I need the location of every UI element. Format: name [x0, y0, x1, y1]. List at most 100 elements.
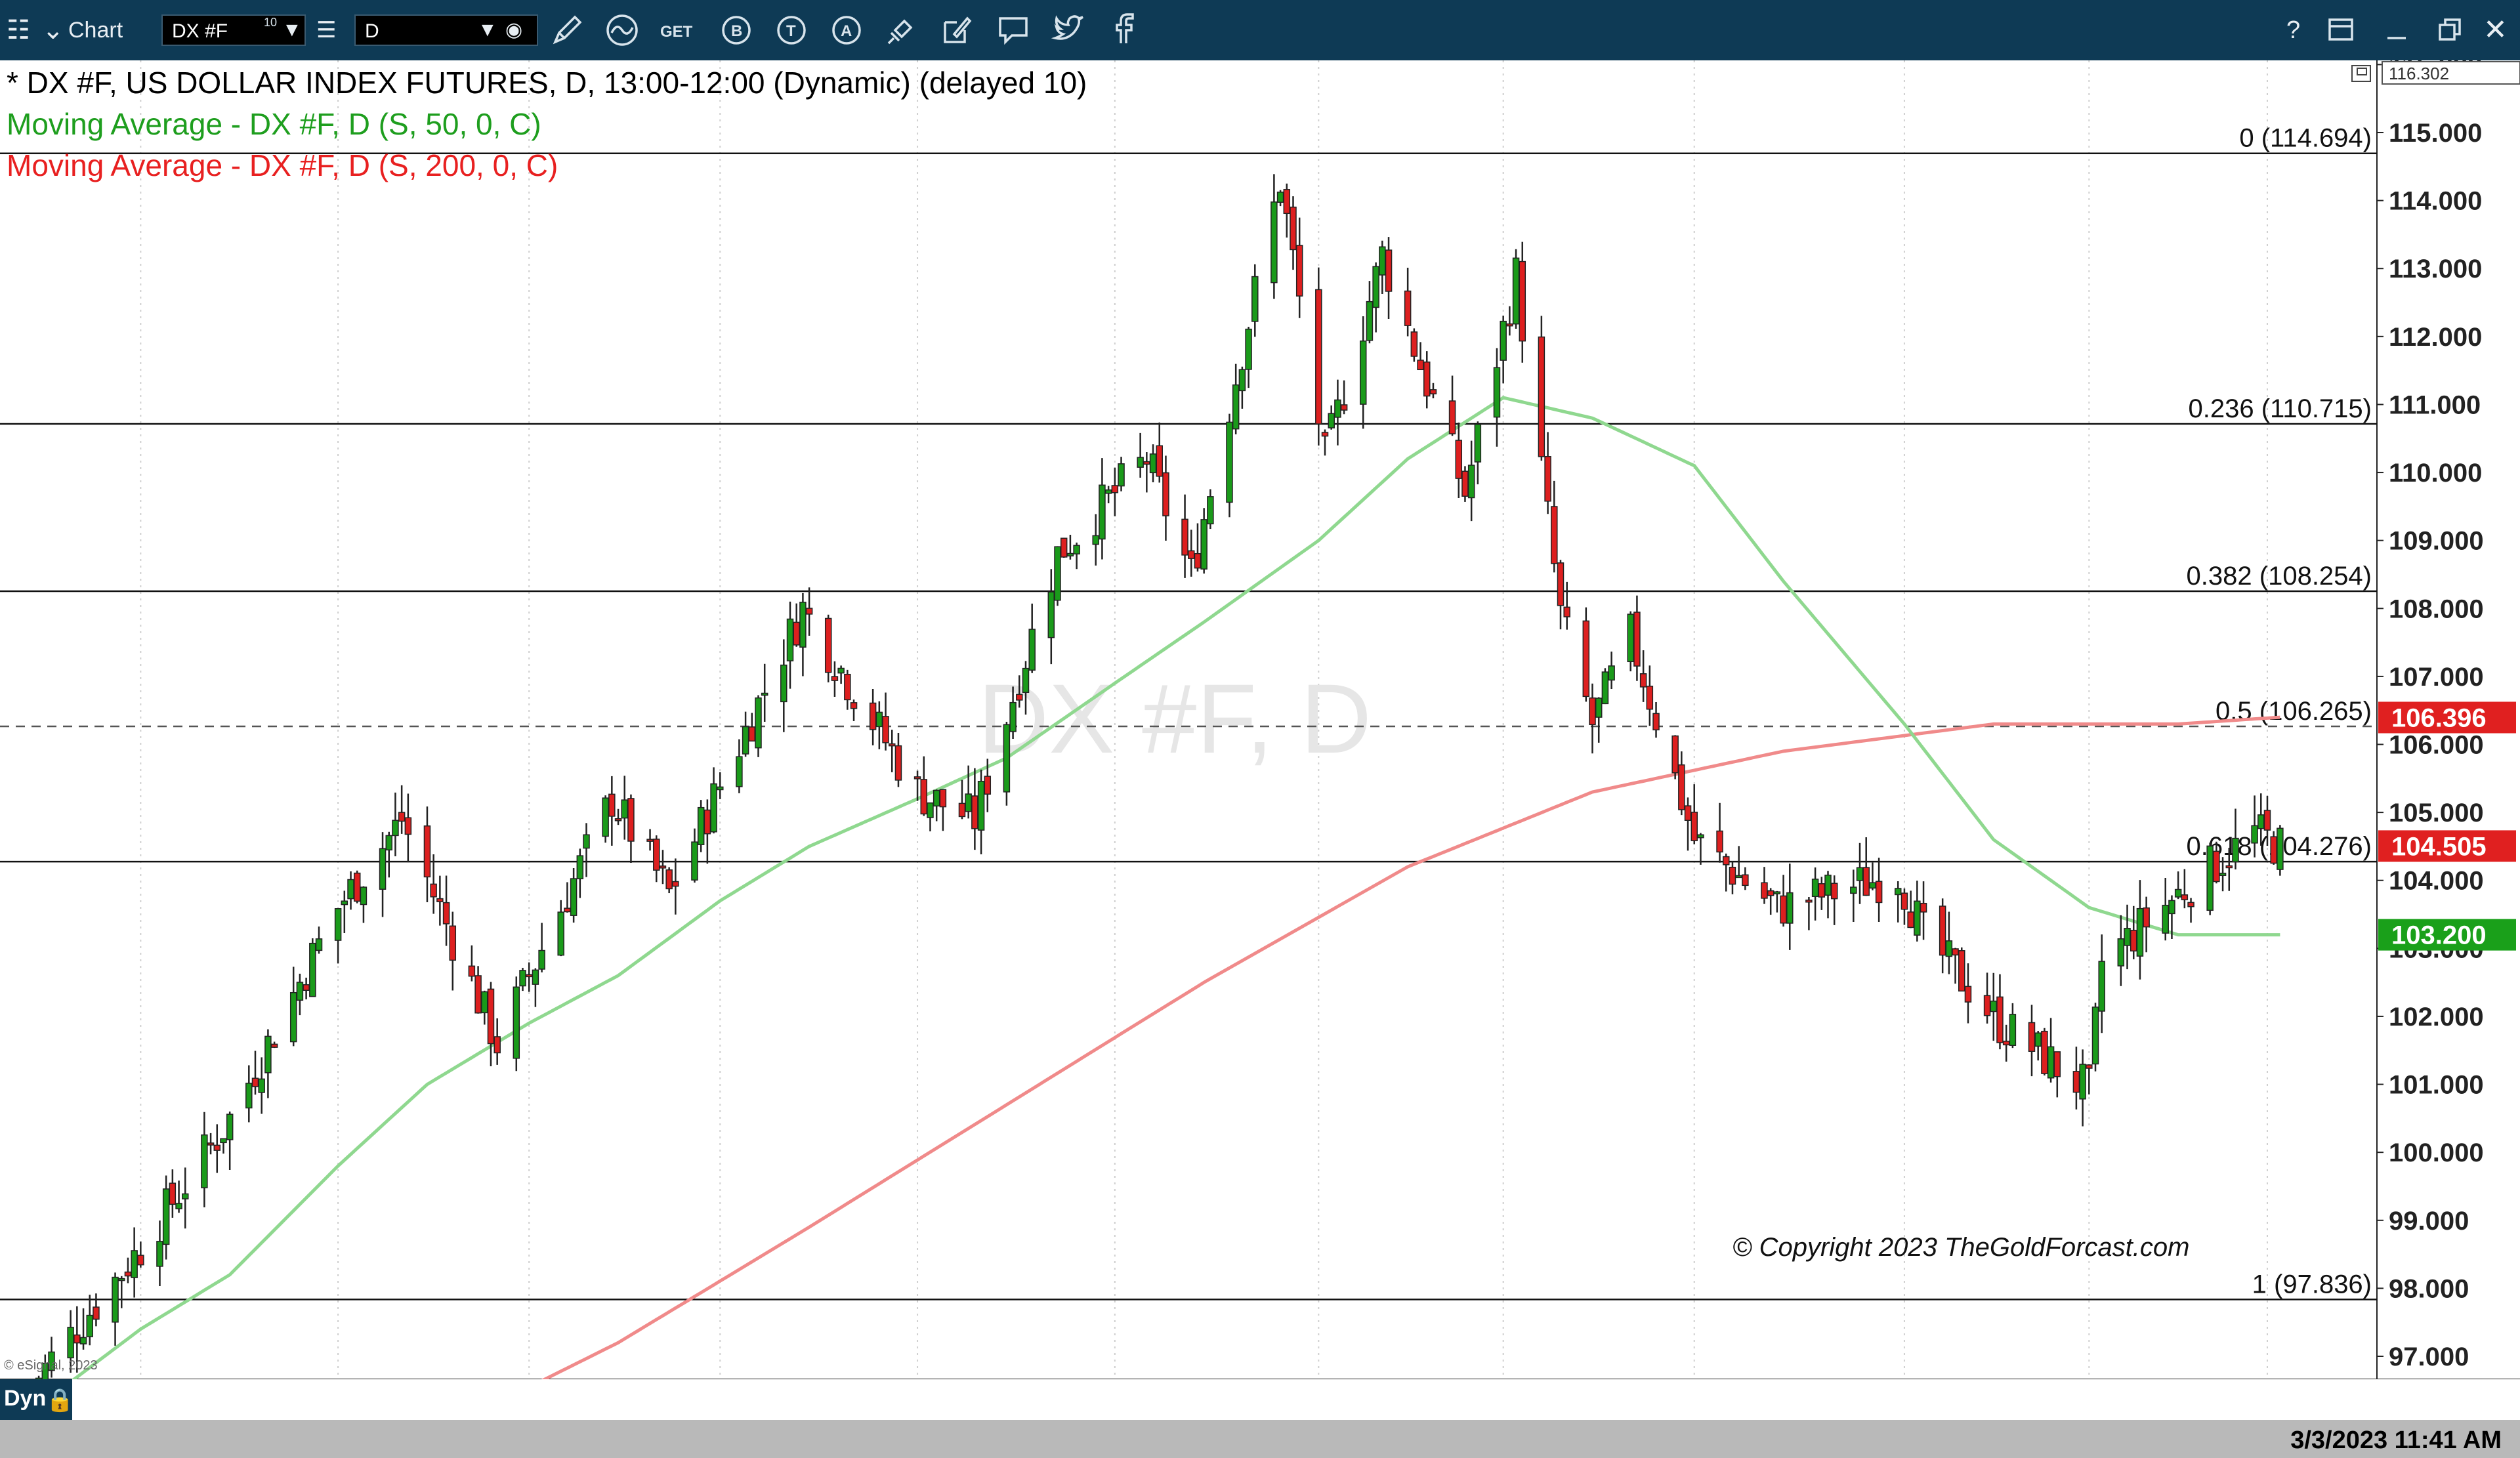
candle-body	[2098, 961, 2105, 1012]
candle-body	[1544, 456, 1551, 502]
candle-body	[131, 1250, 138, 1278]
edit-icon[interactable]	[944, 16, 972, 43]
app-menu-icon[interactable]: ☷	[7, 0, 30, 60]
candle-body	[717, 786, 724, 791]
chart-svg: DX #F, D 0 (114.694) 0.236 (110.715) 0.382…	[0, 51, 2520, 1440]
candle-body	[67, 1327, 74, 1359]
candle-body	[1111, 485, 1119, 493]
candle-body	[742, 726, 749, 755]
help-icon[interactable]: ?	[2286, 0, 2300, 60]
candle-body	[1646, 685, 1654, 710]
candle-body	[736, 756, 743, 787]
study-wave-icon[interactable]	[606, 14, 638, 46]
candle-body	[602, 797, 609, 837]
dyn-label: Dyn	[4, 1386, 47, 1411]
candle-body	[117, 1278, 125, 1281]
candle-body	[710, 783, 717, 833]
candle-body	[436, 898, 444, 902]
candle-body	[494, 1036, 501, 1054]
candle-body	[920, 779, 928, 815]
candle-body	[1156, 445, 1163, 477]
candle-body	[1455, 440, 1463, 479]
candle-body	[2263, 810, 2271, 831]
candle-body	[1047, 591, 1055, 638]
candle-body	[2187, 902, 2194, 907]
candle-body	[1723, 856, 1730, 865]
candle-body	[1417, 360, 1424, 371]
candle-body	[1359, 340, 1367, 405]
maximize-pane-icon[interactable]	[2351, 65, 2371, 82]
candle-body	[1582, 620, 1590, 698]
symbol-dropdown-icon[interactable]: ▼	[282, 0, 302, 60]
candle-body	[385, 835, 392, 851]
y-tick-label: 109.000	[2389, 527, 2484, 556]
close-icon[interactable]: ✕	[2483, 0, 2508, 60]
fib-label: 0.236 (110.715)	[2189, 394, 2372, 423]
draw-pencil-icon[interactable]	[553, 15, 582, 45]
title-bar: ☷ ⌄ Chart DX #F 10 ▼ ☰ D ▼ ◉ GET B T A ?	[0, 0, 2520, 60]
candle-body	[1563, 606, 1570, 617]
symbol-value: DX #F	[172, 20, 228, 42]
candle-body	[914, 776, 921, 780]
pin-icon[interactable]	[887, 19, 913, 45]
chevron-down-icon[interactable]: ⌄	[42, 0, 64, 60]
dyn-button[interactable]: Dyn 🔒	[0, 1379, 74, 1420]
candle-body	[1276, 192, 1284, 203]
candle-body	[939, 789, 947, 808]
candle-body	[1270, 201, 1278, 283]
candle-body	[1697, 834, 1704, 839]
candle-body	[532, 969, 539, 985]
candle-body	[646, 839, 654, 842]
candle-body	[1315, 289, 1322, 425]
candle-body	[1678, 764, 1685, 810]
candle-body	[1467, 465, 1475, 499]
x-axis-strip	[0, 1379, 2520, 1420]
interval-dropdown-icon[interactable]: ▼	[478, 0, 497, 60]
twitter-icon[interactable]	[1051, 15, 1083, 40]
y-tick-label: 97.000	[2389, 1343, 2469, 1371]
candle-body	[1295, 245, 1303, 297]
candle-body	[2047, 1046, 2055, 1079]
candle-body	[2117, 938, 2125, 967]
symbol-list-icon[interactable]: ☰	[316, 0, 336, 60]
candle-body	[1601, 671, 1609, 705]
candle-body	[270, 1043, 278, 1048]
price-badge-label: 106.396	[2391, 703, 2487, 732]
candle-body	[583, 834, 590, 849]
candle-body	[1952, 948, 1959, 956]
candle-body	[1162, 472, 1169, 516]
y-tick-label: 112.000	[2389, 323, 2482, 352]
candle-body	[1506, 323, 1513, 327]
candle-body	[296, 982, 304, 1001]
candle-body	[2143, 907, 2150, 928]
candle-body	[1850, 886, 1857, 894]
candle-body	[2181, 894, 2189, 900]
candle-body	[1073, 545, 1080, 554]
candle-body	[264, 1035, 272, 1073]
candle-body	[353, 872, 361, 902]
candle-body	[2072, 1071, 2080, 1093]
candle-body	[303, 984, 310, 991]
candle-body	[1996, 996, 2004, 1043]
y-tick-label: 104.000	[2389, 867, 2484, 896]
y-tick-label: 111.000	[2389, 390, 2481, 419]
restore-icon[interactable]	[2439, 18, 2461, 41]
toolbar-get-label[interactable]: GET	[660, 23, 693, 41]
candle-body	[1066, 552, 1074, 556]
candle-body	[525, 974, 533, 978]
chart-area[interactable]: DX #F, D 0 (114.694) 0.236 (110.715) 0.382…	[0, 51, 2520, 1440]
layout-icon[interactable]	[2328, 18, 2353, 41]
candle-body	[1009, 701, 1017, 732]
interval-settings-icon[interactable]: ◉	[505, 0, 522, 60]
y-tick-label: 98.000	[2389, 1274, 2469, 1303]
candle-body	[1238, 369, 1246, 392]
candle-body	[1716, 830, 1723, 853]
comment-icon[interactable]	[999, 17, 1028, 45]
facebook-icon[interactable]	[1116, 13, 1134, 43]
candle-body	[1016, 694, 1023, 701]
candle-body	[1143, 461, 1150, 465]
candle-body	[652, 839, 660, 871]
candle-body	[755, 697, 762, 749]
lock-icon: 🔒	[46, 1388, 74, 1413]
candle-body	[430, 883, 437, 898]
